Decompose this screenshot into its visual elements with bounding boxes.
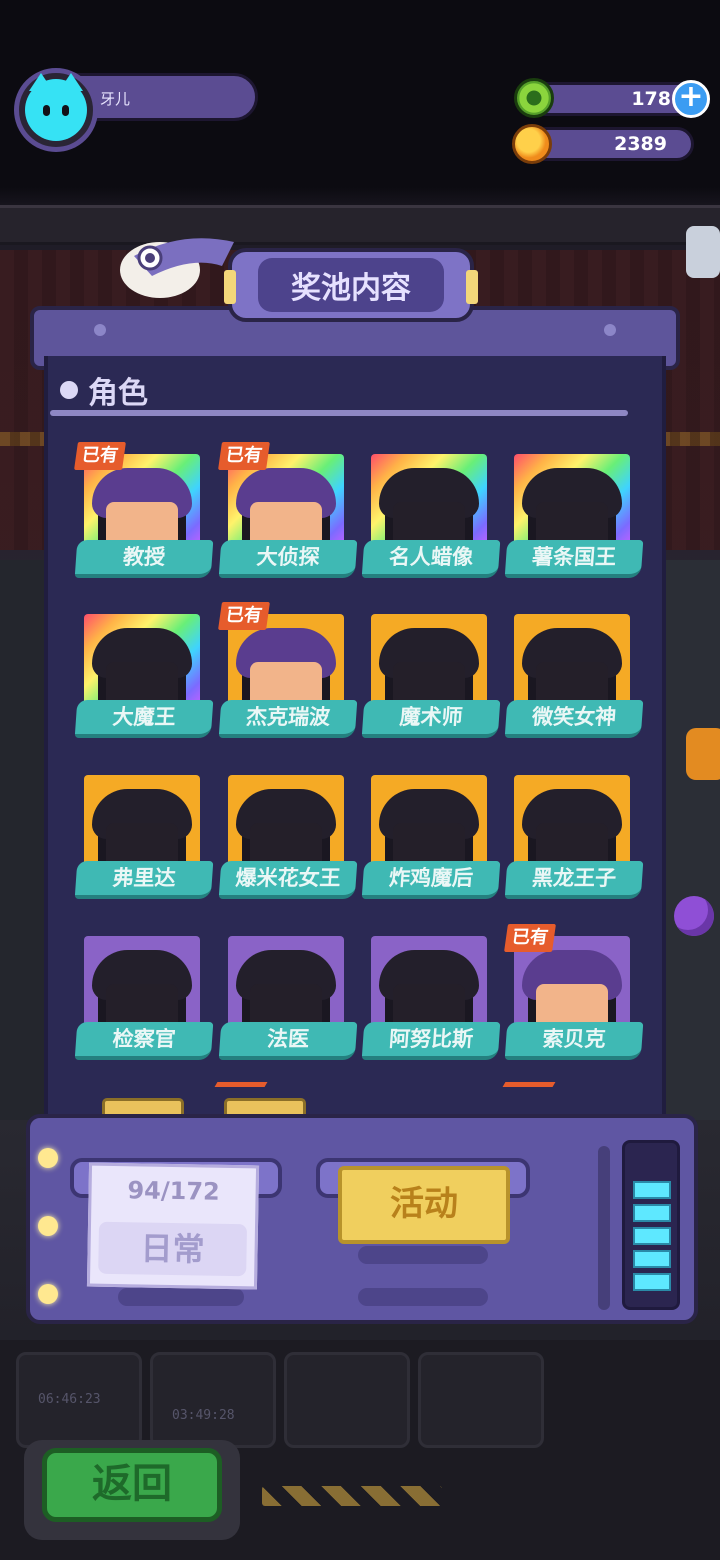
section-label: 角色: [88, 376, 148, 411]
owned-badge: 已有: [74, 442, 126, 470]
energy-meter: [622, 1140, 680, 1310]
slot-base: [358, 1246, 488, 1264]
section-header: 角色: [60, 368, 148, 412]
meter-segment: [633, 1204, 671, 1222]
add-gems-button[interactable]: +: [672, 80, 710, 118]
cat-avatar-icon: [25, 73, 87, 141]
owned-badge: 已有: [504, 924, 556, 952]
owned-badge-edge: [214, 1082, 268, 1087]
character-card[interactable]: 大侦探 已有: [218, 442, 358, 588]
slot-base: [118, 1288, 244, 1306]
character-card[interactable]: 名人蜡像: [361, 444, 501, 588]
indicator-light: [38, 1148, 58, 1168]
character-card[interactable]: 薯条国王: [504, 444, 644, 588]
character-card[interactable]: 黑龙王子: [504, 765, 644, 909]
background-machine-left: [0, 560, 44, 1120]
meter-segment: [633, 1227, 671, 1245]
character-card[interactable]: 杰克瑞波 已有: [218, 602, 358, 748]
character-card[interactable]: 炸鸡魔后: [361, 765, 501, 909]
owned-badge: 已有: [218, 442, 270, 470]
character-name: 名人蜡像: [361, 540, 501, 578]
background-orange-object: [686, 728, 720, 780]
planet-coin-icon: [512, 124, 552, 164]
tab-event[interactable]: 活动: [338, 1166, 510, 1244]
character-name: 法医: [218, 1022, 358, 1060]
fish-mascot-icon: [120, 238, 234, 298]
character-name: 大魔王: [74, 700, 214, 738]
gacha-pool-screen: 06:46:23 03:49:28 牙儿 178 + 2389 奖池内容 角色 …: [0, 0, 720, 1560]
character-card[interactable]: 微笑女神: [504, 604, 644, 748]
avatar[interactable]: [14, 68, 98, 152]
coin-counter: 2389: [528, 127, 694, 161]
slot-base: [358, 1288, 488, 1306]
meter-segment: [633, 1181, 671, 1199]
character-name: 微笑女神: [504, 700, 644, 738]
character-name: 阿努比斯: [361, 1022, 501, 1060]
owned-badge-edge: [502, 1082, 556, 1087]
character-name: 索贝克: [504, 1022, 644, 1060]
owned-badge: 已有: [218, 602, 270, 630]
bullet-icon: [60, 381, 78, 399]
character-name: 爆米花女王: [218, 861, 358, 899]
character-name: 检察官: [74, 1022, 214, 1060]
character-card[interactable]: 教授 已有: [74, 442, 214, 588]
background-tile: [418, 1352, 544, 1448]
panel-title: 奖池内容: [258, 258, 444, 312]
background-machine-right: [660, 560, 720, 1120]
character-name: 教授: [74, 540, 214, 578]
deck-rail: [598, 1146, 610, 1310]
character-name: 杰克瑞波: [218, 700, 358, 738]
background-timer: 06:46:23: [38, 1392, 101, 1407]
character-name: 炸鸡魔后: [361, 861, 501, 899]
lever-knob-icon: [674, 896, 714, 936]
character-card[interactable]: 检察官: [74, 926, 214, 1070]
meter-segment: [633, 1273, 671, 1291]
character-card[interactable]: 索贝克 已有: [504, 924, 644, 1070]
section-divider: [50, 410, 628, 416]
tab-normal-label: 日常: [98, 1221, 248, 1277]
background-shelf: [0, 205, 720, 245]
indicator-light: [38, 1216, 58, 1236]
character-card[interactable]: 大魔王: [74, 604, 214, 748]
tab-normal[interactable]: 94/172 日常: [86, 1162, 260, 1290]
background-timer: 03:49:28: [172, 1408, 235, 1423]
character-name: 弗里达: [74, 861, 214, 899]
meter-segment: [633, 1250, 671, 1268]
indicator-light: [38, 1284, 58, 1304]
back-button[interactable]: 返回: [42, 1448, 222, 1522]
character-name: 大侦探: [218, 540, 358, 578]
character-name: 黑龙王子: [504, 861, 644, 899]
character-card[interactable]: 魔术师: [361, 604, 501, 748]
panel-title-plate: 奖池内容: [224, 248, 478, 322]
character-name: 魔术师: [361, 700, 501, 738]
background-tile: [150, 1352, 276, 1448]
pool-progress: 94/172: [127, 1176, 220, 1206]
character-name: 薯条国王: [504, 540, 644, 578]
player-name: 牙儿: [100, 90, 131, 108]
character-card[interactable]: 法医: [218, 926, 358, 1070]
character-card[interactable]: 阿努比斯: [361, 926, 501, 1070]
clip-icon[interactable]: [686, 226, 720, 278]
character-card[interactable]: 爆米花女王: [218, 765, 358, 909]
character-card[interactable]: 弗里达: [74, 765, 214, 909]
background-hazard-stripe: [262, 1486, 442, 1506]
green-gem-icon: [514, 78, 554, 118]
background-tile: [284, 1352, 410, 1448]
